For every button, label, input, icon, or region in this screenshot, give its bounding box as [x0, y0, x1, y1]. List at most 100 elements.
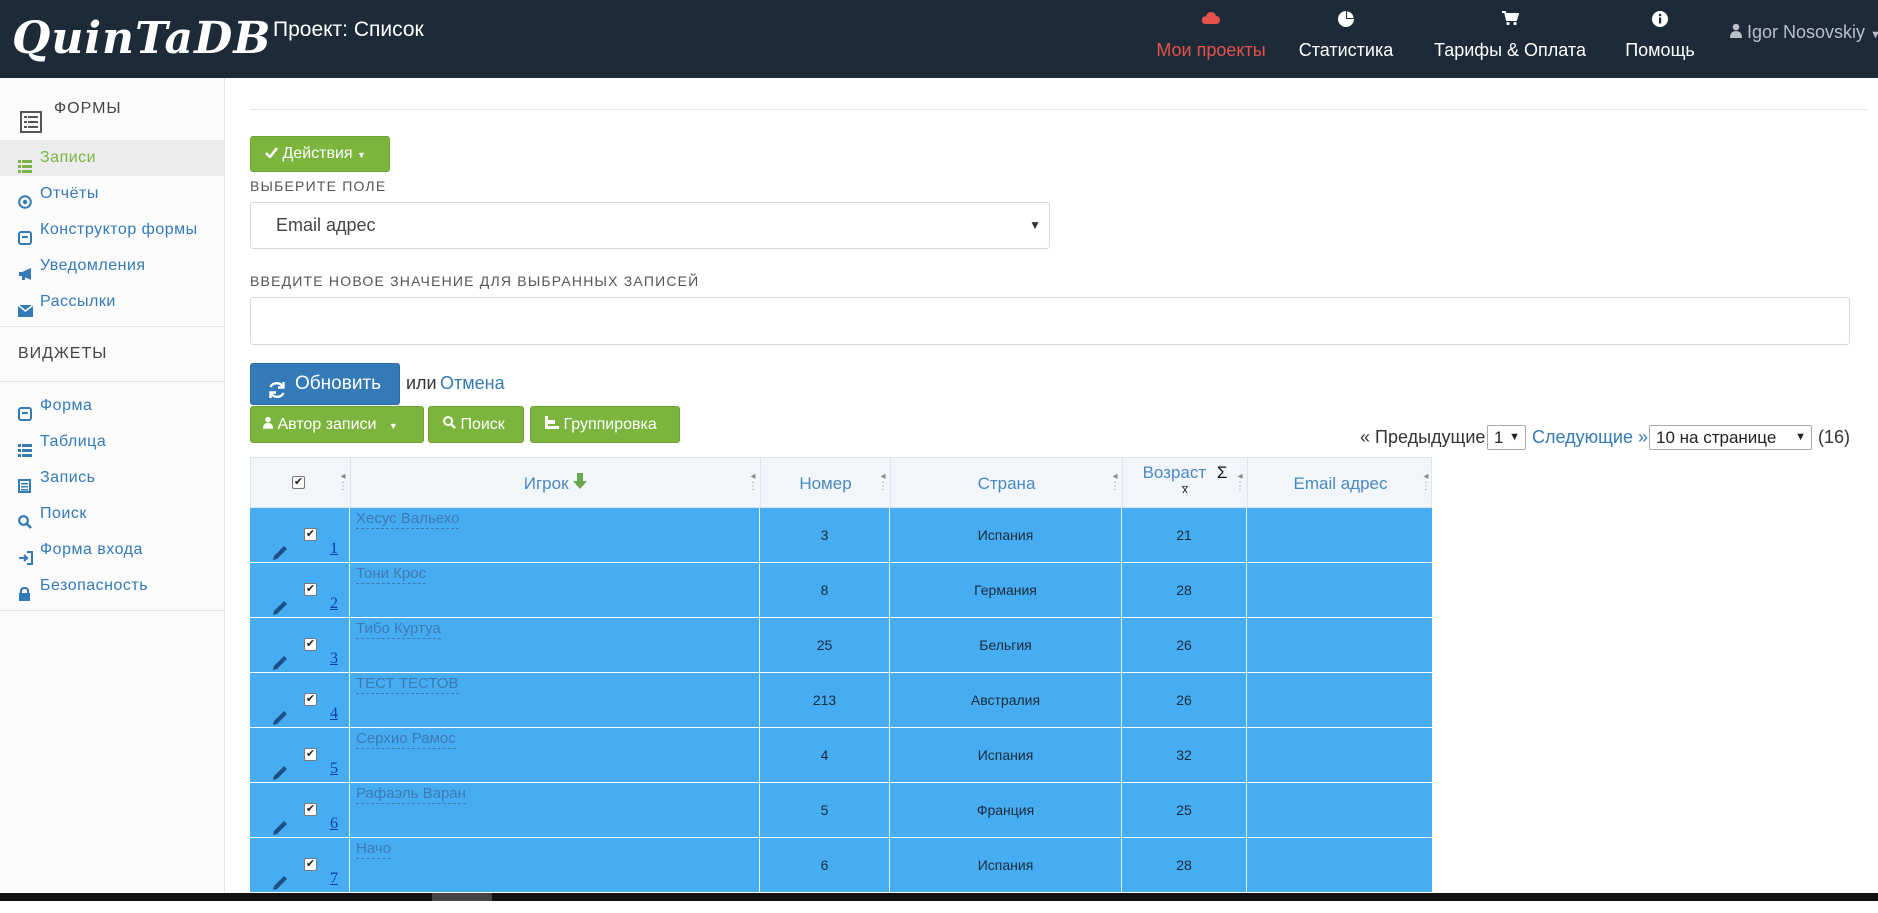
- sidebar-item-form-builder[interactable]: Конструктор формы: [0, 212, 224, 248]
- sidebar-item-security[interactable]: Безопасность: [0, 568, 224, 604]
- cell-email[interactable]: [1247, 563, 1432, 617]
- row-checkbox[interactable]: ✔: [304, 858, 317, 871]
- pager-prev[interactable]: « Предыдущие: [1360, 427, 1485, 448]
- sidebar: ФОРМЫ Записи Отчёты Конструктор формы Ув…: [0, 78, 225, 901]
- cell-country[interactable]: Франция: [890, 783, 1122, 837]
- nav-pricing[interactable]: Тарифы & Оплата: [1428, 0, 1592, 78]
- cell-age[interactable]: 32: [1122, 728, 1247, 782]
- row-checkbox[interactable]: ✔: [304, 748, 317, 761]
- sidebar-item-mailings[interactable]: Рассылки: [0, 284, 224, 320]
- author-filter-button[interactable]: Автор записи ▼: [250, 406, 424, 443]
- row-checkbox[interactable]: ✔: [304, 528, 317, 541]
- sidebar-item-form-widget[interactable]: Форма: [0, 388, 224, 424]
- table-row[interactable]: ✔ 6 Рафаэль Варан 5 Франция 25: [250, 783, 1432, 838]
- sidebar-item-table-widget[interactable]: Таблица: [0, 424, 224, 460]
- table-row[interactable]: ✔ 2 Тони Крос 8 Германия 28: [250, 563, 1432, 618]
- filter-icon[interactable]: x̅: [1123, 484, 1247, 496]
- column-header-country[interactable]: Страна ◂ ⋮: [891, 458, 1123, 509]
- sidebar-item-search-widget[interactable]: Поиск: [0, 496, 224, 532]
- cell-age[interactable]: 26: [1122, 618, 1247, 672]
- cell-country[interactable]: Испания: [890, 728, 1122, 782]
- horizontal-scrollbar[interactable]: [0, 893, 1878, 901]
- sidebar-item-login-form[interactable]: Форма входа: [0, 532, 224, 568]
- sidebar-item-records[interactable]: Записи: [0, 140, 224, 176]
- column-header-age[interactable]: Возраст Σ x̅ ◂ ⋮: [1123, 458, 1248, 509]
- row-checkbox[interactable]: ✔: [304, 803, 317, 816]
- sidebar-item-notifications[interactable]: Уведомления: [0, 248, 224, 284]
- cell-number[interactable]: 6: [760, 838, 890, 892]
- sum-icon[interactable]: Σ: [1217, 463, 1228, 482]
- resize-handle[interactable]: ◂ ⋮: [1235, 472, 1245, 492]
- cell-player: Рафаэль Варан: [350, 783, 760, 837]
- cell-number[interactable]: 3: [760, 508, 890, 562]
- sidebar-item-record-widget[interactable]: Запись: [0, 460, 224, 496]
- cell-number[interactable]: 8: [760, 563, 890, 617]
- nav-help[interactable]: Помощь: [1618, 0, 1702, 78]
- column-header-player[interactable]: Игрок ◂ ⋮: [351, 458, 761, 509]
- cell-age[interactable]: 28: [1122, 838, 1247, 892]
- cell-country[interactable]: Испания: [890, 508, 1122, 562]
- cell-email[interactable]: [1247, 838, 1432, 892]
- cell-country[interactable]: Испания: [890, 838, 1122, 892]
- resize-handle[interactable]: ◂ ⋮: [748, 472, 758, 492]
- table-row[interactable]: ✔ 4 ТЕСТ ТЕСТОВ 213 Австралия 26: [250, 673, 1432, 728]
- resize-handle[interactable]: ◂ ⋮: [338, 472, 348, 492]
- cell-email[interactable]: [1247, 508, 1432, 562]
- row-checkbox[interactable]: ✔: [304, 693, 317, 706]
- player-name-link[interactable]: Рафаэль Варан: [356, 785, 466, 804]
- user-menu[interactable]: Igor Nosovskiy ▼: [1730, 22, 1878, 43]
- cell-country[interactable]: Германия: [890, 563, 1122, 617]
- resize-handle[interactable]: ◂ ⋮: [878, 472, 888, 492]
- scrollbar-thumb[interactable]: [432, 893, 492, 901]
- cell-age[interactable]: 28: [1122, 563, 1247, 617]
- cell-country[interactable]: Бельгия: [890, 618, 1122, 672]
- cell-country[interactable]: Австралия: [890, 673, 1122, 727]
- cell-email[interactable]: [1247, 783, 1432, 837]
- player-name-link[interactable]: Тибо Куртуа: [356, 620, 441, 639]
- cell-email[interactable]: [1247, 618, 1432, 672]
- nav-my-projects[interactable]: Мои проекты: [1150, 0, 1272, 78]
- resize-handle[interactable]: ◂ ⋮: [1421, 472, 1431, 492]
- page-select[interactable]: 1 ▼: [1487, 425, 1526, 450]
- column-header-email[interactable]: Email адрес ◂ ⋮: [1248, 458, 1433, 509]
- cell-age[interactable]: 25: [1122, 783, 1247, 837]
- sidebar-item-reports[interactable]: Отчёты: [0, 176, 224, 212]
- field-select[interactable]: Email адрес ▼: [250, 202, 1050, 249]
- cell-email[interactable]: [1247, 673, 1432, 727]
- search-button[interactable]: Поиск: [428, 406, 524, 443]
- cell-number[interactable]: 213: [760, 673, 890, 727]
- table-row[interactable]: ✔ 5 Серхио Рамос 4 Испания 32: [250, 728, 1432, 783]
- cell-number[interactable]: 5: [760, 783, 890, 837]
- row-checkbox[interactable]: ✔: [304, 583, 317, 596]
- grouping-button[interactable]: Группировка: [530, 406, 680, 443]
- update-button[interactable]: Обновить: [250, 363, 400, 405]
- cell-age[interactable]: 26: [1122, 673, 1247, 727]
- player-name-link[interactable]: Серхио Рамос: [356, 730, 456, 749]
- table-row[interactable]: ✔ 1 Хесус Вальехо 3 Испания 21: [250, 508, 1432, 563]
- brand-logo[interactable]: QuinTaDB: [12, 6, 271, 72]
- select-all-checkbox[interactable]: ✔: [292, 476, 305, 489]
- column-header-number[interactable]: Номер ◂ ⋮: [761, 458, 891, 509]
- player-name-link[interactable]: ТЕСТ ТЕСТОВ: [356, 675, 459, 694]
- cell-number[interactable]: 4: [760, 728, 890, 782]
- player-name-link[interactable]: Тони Крос: [356, 565, 427, 584]
- per-page-select[interactable]: 10 на странице ▼: [1649, 425, 1812, 450]
- table-row[interactable]: ✔ 3 Тибо Куртуа 25 Бельгия 26: [250, 618, 1432, 673]
- row-checkbox[interactable]: ✔: [304, 638, 317, 651]
- player-name-link[interactable]: Хесус Вальехо: [356, 510, 460, 529]
- user-name: Igor Nosovskiy: [1747, 22, 1866, 42]
- edit-pencil-icon[interactable]: [272, 859, 287, 913]
- new-value-input[interactable]: [250, 297, 1850, 345]
- cell-number[interactable]: 25: [760, 618, 890, 672]
- cell-email[interactable]: [1247, 728, 1432, 782]
- lock-icon: [18, 579, 31, 615]
- actions-dropdown-button[interactable]: Действия ▼: [250, 136, 390, 172]
- player-name-link[interactable]: Начо: [356, 840, 392, 859]
- nav-statistics[interactable]: Статистика: [1296, 0, 1396, 78]
- resize-handle[interactable]: ◂ ⋮: [1110, 472, 1120, 492]
- pager-next[interactable]: Следующие »: [1532, 427, 1648, 448]
- grouping-icon: [545, 416, 563, 433]
- cell-age[interactable]: 21: [1122, 508, 1247, 562]
- cancel-link[interactable]: Отмена: [440, 373, 505, 394]
- table-row[interactable]: ✔ 7 Начо 6 Испания 28: [250, 838, 1432, 893]
